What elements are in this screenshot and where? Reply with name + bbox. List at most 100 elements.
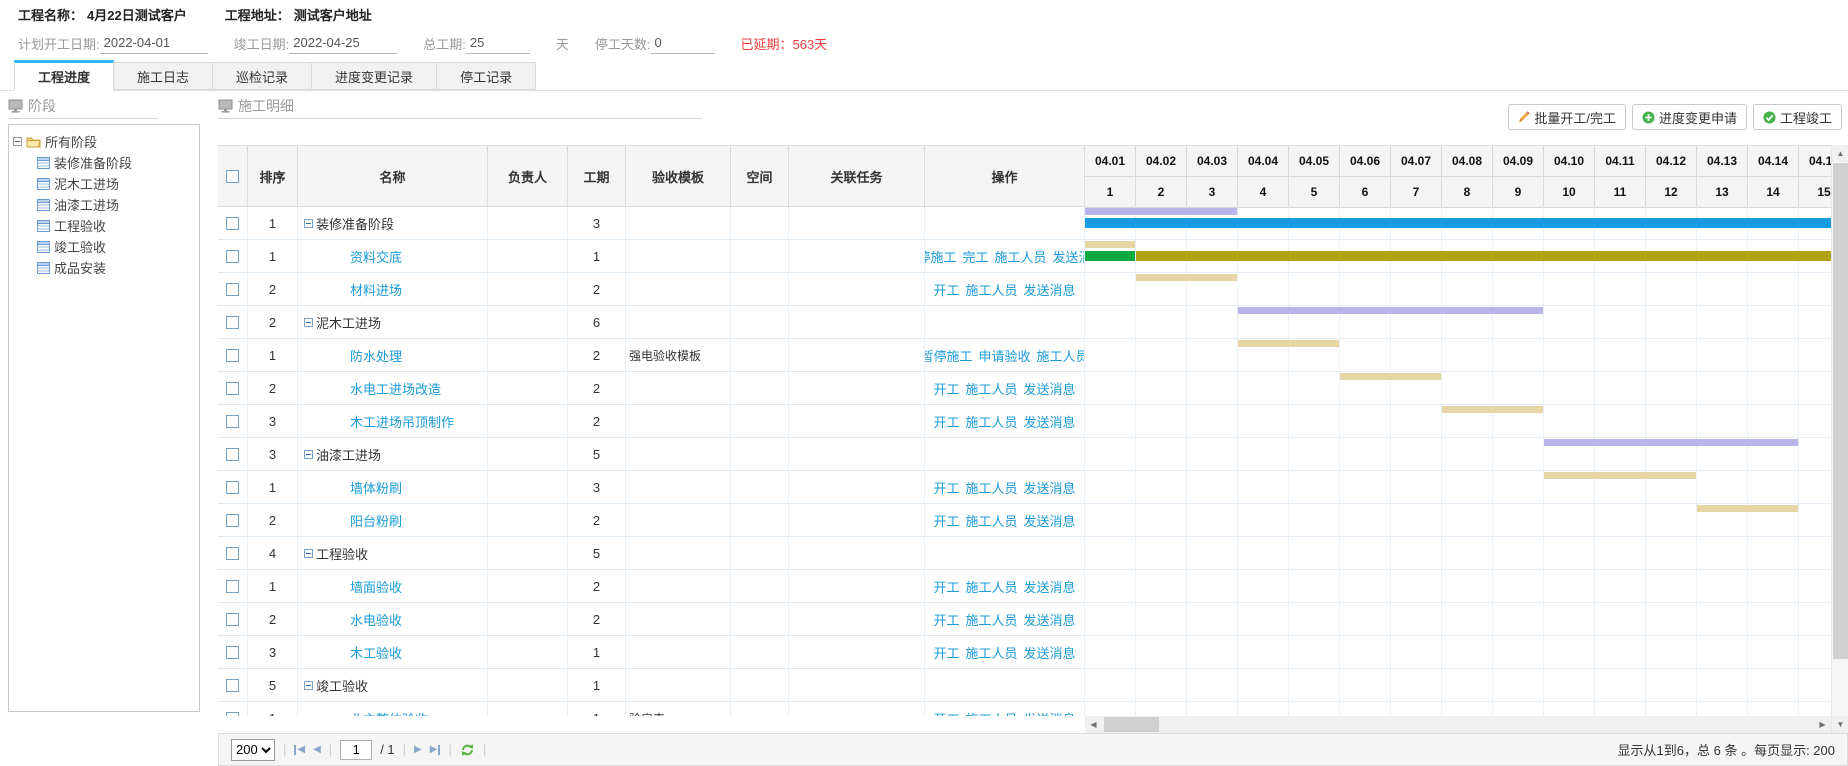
task-name-link[interactable]: 墙体粉刷 [350, 478, 402, 497]
operation-link[interactable]: 开工 [933, 511, 959, 530]
task-name-link[interactable]: 防水处理 [350, 346, 402, 365]
operation-link[interactable]: 发送消息 [1024, 379, 1076, 398]
first-page-button[interactable]: ◀ [294, 744, 305, 755]
scroll-up-arrow-icon[interactable]: ▲ [1832, 145, 1848, 162]
row-checkbox[interactable] [226, 349, 239, 362]
batch-start-finish-button[interactable]: 批量开工/完工 [1508, 104, 1626, 130]
task-name-link[interactable]: 墙面验收 [350, 577, 402, 596]
task-name-link[interactable]: 材料进场 [350, 280, 402, 299]
operation-link[interactable]: 发送消息 [1024, 478, 1076, 497]
total-duration-field[interactable]: 25 [466, 33, 530, 54]
row-checkbox[interactable] [226, 613, 239, 626]
operation-link[interactable]: 发送消息 [1024, 577, 1076, 596]
horizontal-scrollbar[interactable]: ◀ ▶ [1085, 716, 1831, 733]
finish-date-field[interactable]: 2022-04-25 [289, 33, 397, 54]
operation-link[interactable]: 开工 [933, 709, 959, 717]
operation-link[interactable]: 开工 [933, 577, 959, 596]
operation-link[interactable]: 发送消息 [1024, 511, 1076, 530]
operation-link[interactable]: 发送消息 [1024, 412, 1076, 431]
operation-link[interactable]: 施工人员 [965, 610, 1017, 629]
task-name-link[interactable]: 资料交底 [350, 247, 402, 266]
tab-5[interactable]: 停工记录 [437, 62, 536, 90]
tree-item-4[interactable]: 工程验收 [13, 215, 195, 236]
task-name-link[interactable]: 水电工进场改造 [350, 379, 441, 398]
tree-item-6[interactable]: 成品安装 [13, 257, 195, 278]
task-name-link[interactable]: 木工验收 [350, 643, 402, 662]
operation-link[interactable]: 施工人员 [965, 643, 1017, 662]
operation-link[interactable]: 开工 [933, 412, 959, 431]
operation-link[interactable]: 开工 [933, 478, 959, 497]
task-name-link[interactable]: 木工进场吊顶制作 [350, 412, 454, 431]
last-page-button[interactable]: ▶ [430, 744, 441, 755]
task-name-link[interactable]: 水电验收 [350, 610, 402, 629]
operation-link[interactable]: 施工人员 [965, 379, 1017, 398]
operation-link[interactable]: 施工人员 [965, 709, 1017, 717]
task-name-link[interactable]: 阳台粉刷 [350, 511, 402, 530]
horizontal-scrollbar-thumb[interactable] [1104, 717, 1159, 732]
tab-2[interactable]: 施工日志 [114, 62, 213, 90]
row-checkbox[interactable] [226, 547, 239, 560]
operation-link[interactable]: 施工人员 [995, 247, 1047, 266]
tab-3[interactable]: 巡检记录 [213, 62, 312, 90]
tree-item-3[interactable]: 油漆工进场 [13, 194, 195, 215]
operation-link[interactable]: 开工 [933, 280, 959, 299]
row-checkbox[interactable] [226, 712, 239, 717]
operation-link[interactable]: 施工人员 [965, 478, 1017, 497]
operation-link[interactable]: 施工人员 [965, 280, 1017, 299]
operation-link[interactable]: 开工 [933, 610, 959, 629]
operation-link[interactable]: 发送消息 [1053, 247, 1085, 266]
tree-item-2[interactable]: 泥木工进场 [13, 173, 195, 194]
row-checkbox[interactable] [226, 646, 239, 659]
operation-link[interactable]: 施工人员 [965, 577, 1017, 596]
row-checkbox[interactable] [226, 382, 239, 395]
progress-change-button[interactable]: 进度变更申请 [1632, 104, 1747, 130]
tree-item-1[interactable]: 装修准备阶段 [13, 152, 195, 173]
row-checkbox[interactable] [226, 316, 239, 329]
prev-page-button[interactable]: ◀ [313, 744, 321, 755]
plan-start-field[interactable]: 2022-04-01 [100, 33, 208, 54]
row-checkbox[interactable] [226, 415, 239, 428]
operation-link[interactable]: 开工 [933, 379, 959, 398]
row-owner-cell [488, 636, 568, 668]
task-name-link[interactable]: 业主整体验收 [350, 709, 428, 717]
row-checkbox[interactable] [226, 514, 239, 527]
tree-item-5[interactable]: 竣工验收 [13, 236, 195, 257]
row-checkbox[interactable] [226, 448, 239, 461]
select-all-checkbox[interactable] [226, 170, 239, 183]
scroll-down-arrow-icon[interactable]: ▼ [1832, 716, 1848, 733]
next-page-button[interactable]: ▶ [414, 744, 422, 755]
operation-link[interactable]: 暂停施工 [925, 346, 973, 365]
stop-days-field[interactable]: 0 [651, 33, 715, 54]
tab-4[interactable]: 进度变更记录 [312, 62, 437, 90]
row-checkbox[interactable] [226, 481, 239, 494]
operation-link[interactable]: 施工人员 [1037, 346, 1085, 365]
operation-link[interactable]: 完工 [962, 247, 988, 266]
page-number-input[interactable] [340, 740, 372, 760]
scroll-right-arrow-icon[interactable]: ▶ [1814, 716, 1831, 733]
operation-link[interactable]: 暂停施工 [925, 247, 956, 266]
operation-link[interactable]: 施工人员 [965, 511, 1017, 530]
plan-bar [1442, 406, 1543, 413]
operation-link[interactable]: 发送消息 [1024, 610, 1076, 629]
row-checkbox[interactable] [226, 580, 239, 593]
tab-1[interactable]: 工程进度 [14, 60, 114, 91]
grid-icon [37, 241, 50, 253]
operation-link[interactable]: 发送消息 [1024, 709, 1076, 717]
operation-link[interactable]: 发送消息 [1024, 280, 1076, 299]
row-checkbox[interactable] [226, 217, 239, 230]
row-checkbox[interactable] [226, 250, 239, 263]
project-complete-button[interactable]: 工程竣工 [1753, 104, 1842, 130]
vertical-scrollbar-thumb[interactable] [1833, 163, 1848, 659]
page-size-select[interactable]: 200 [231, 739, 275, 761]
vertical-scrollbar[interactable]: ▲ ▼ [1831, 145, 1848, 733]
operation-link[interactable]: 施工人员 [965, 412, 1017, 431]
row-template-cell [626, 273, 731, 305]
tree-root-all-stages[interactable]: 所有阶段 [13, 131, 195, 152]
refresh-icon[interactable] [460, 743, 475, 757]
operation-link[interactable]: 发送消息 [1024, 643, 1076, 662]
row-checkbox[interactable] [226, 679, 239, 692]
row-checkbox[interactable] [226, 283, 239, 296]
scroll-left-arrow-icon[interactable]: ◀ [1085, 716, 1102, 733]
operation-link[interactable]: 开工 [933, 643, 959, 662]
operation-link[interactable]: 申请验收 [979, 346, 1031, 365]
